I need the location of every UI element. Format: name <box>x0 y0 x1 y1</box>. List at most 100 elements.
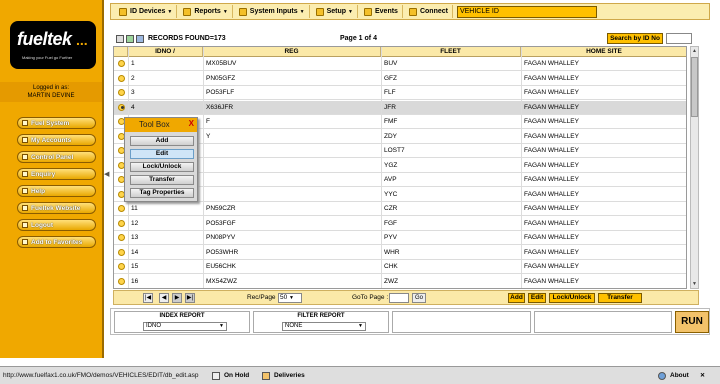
add-button[interactable]: Add <box>508 293 525 303</box>
row-select-radio[interactable] <box>118 277 125 285</box>
logged-in-label: Logged in as: <box>32 85 70 91</box>
row-select-radio[interactable] <box>118 60 125 67</box>
table-cell-site: FAGAN WHALLEY <box>524 60 579 67</box>
index-report-box: INDEX REPORT IDNO ▼ <box>114 311 250 333</box>
toolbox-edit-button[interactable]: Edit <box>130 149 194 159</box>
run-button[interactable]: RUN <box>675 311 709 333</box>
table-row[interactable]: Y ZDY FAGAN WHALLEY <box>114 130 686 144</box>
excel-icon[interactable] <box>126 35 134 43</box>
export-icon[interactable] <box>136 35 144 43</box>
vehicle-id-field[interactable]: VEHICLE ID <box>456 5 597 18</box>
index-report-select[interactable]: IDNO ▼ <box>143 322 227 331</box>
table-row[interactable]: LOST7 FAGAN WHALLEY <box>114 144 686 158</box>
table-cell-idno: 16 <box>131 277 139 285</box>
last-page-icon[interactable]: ▶| <box>185 293 195 303</box>
print-icon[interactable] <box>116 35 124 43</box>
lock-unlock-button[interactable]: Lock/Unlock <box>549 293 595 303</box>
on-hold-label[interactable]: On Hold <box>224 372 249 379</box>
toolbox-add-button[interactable]: Add <box>130 136 194 146</box>
scroll-thumb[interactable] <box>691 57 698 117</box>
table-cell-fleet: BUV <box>384 60 398 67</box>
table-cell-fleet: ZWZ <box>384 277 399 285</box>
scroll-down-icon[interactable]: ▼ <box>691 280 698 288</box>
first-page-icon[interactable]: |◀ <box>143 293 153 303</box>
row-select-radio[interactable] <box>118 234 125 241</box>
deliveries-icon[interactable] <box>262 372 270 380</box>
chevron-down-icon: ▼ <box>358 323 363 329</box>
table-cell-idno: 12 <box>131 219 139 227</box>
column-header-home-site[interactable]: HOME SITE <box>521 47 686 57</box>
row-select-radio[interactable] <box>118 263 125 270</box>
table-row[interactable]: 11 PN59CZR CZR FAGAN WHALLEY <box>114 202 686 216</box>
row-select-radio[interactable] <box>118 205 125 212</box>
previous-page-icon[interactable]: ◀ <box>159 293 169 303</box>
goto-page-label: GoTo Page : <box>352 294 389 301</box>
table-row[interactable]: 13 PN08PYV PYV FAGAN WHALLEY <box>114 231 686 245</box>
nav-fuel-system-button[interactable]: Fuel System <box>17 117 96 129</box>
table-row[interactable]: 2 PN05GFZ GFZ FAGAN WHALLEY <box>114 72 686 86</box>
close-icon[interactable]: ✕ <box>700 372 705 379</box>
on-hold-icon[interactable] <box>212 372 220 380</box>
select-value: NONE <box>285 323 303 329</box>
nav-my-accounts-button[interactable]: My Accounts <box>17 134 96 146</box>
column-header-idno[interactable]: IDNO / <box>128 47 203 57</box>
table-row[interactable]: 12 PO53FGF FGF FAGAN WHALLEY <box>114 217 686 231</box>
nav-fueltek-website-button[interactable]: Fueltek Website <box>17 202 96 214</box>
go-button[interactable]: Go <box>412 293 426 303</box>
table-row[interactable]: AVP FAGAN WHALLEY <box>114 173 686 187</box>
table-row[interactable]: F FMF FAGAN WHALLEY <box>114 115 686 129</box>
column-header-reg[interactable]: REG <box>203 47 381 57</box>
deliveries-label[interactable]: Deliveries <box>274 372 305 379</box>
table-cell-reg: MX54ZWZ <box>206 277 238 285</box>
edit-button[interactable]: Edit <box>528 293 546 303</box>
goto-page-input[interactable] <box>389 293 409 303</box>
nav-control-panel-button[interactable]: Control Panel <box>17 151 96 163</box>
nav-label: Fuel System <box>31 119 70 127</box>
pager-bar: |◀ ◀ ▶ ▶| Rec/Page 50 ▼ GoTo Page : Go A… <box>113 290 699 305</box>
nav-add-to-favorites-button[interactable]: Add to Favorites <box>17 236 96 248</box>
reports-icon <box>183 7 192 16</box>
menu-connect[interactable]: Connect <box>405 5 453 18</box>
rec-per-page-select[interactable]: 50 ▼ <box>278 293 302 303</box>
search-by-id-button[interactable]: Search by ID No <box>607 33 663 44</box>
menu-reports[interactable]: Reports ▼ <box>179 5 233 18</box>
row-select-radio[interactable] <box>118 89 125 96</box>
info-icon[interactable] <box>658 372 666 380</box>
table-row[interactable]: 1 MX05BUV BUV FAGAN WHALLEY <box>114 57 686 71</box>
toolbox-lock-unlock-button[interactable]: Lock/Unlock <box>130 162 194 172</box>
menu-events[interactable]: Events <box>360 5 403 18</box>
nav-help-button[interactable]: Help <box>17 185 96 197</box>
search-id-input[interactable] <box>666 33 692 44</box>
table-row[interactable]: 3 PO53FLF FLF FAGAN WHALLEY <box>114 86 686 100</box>
table-row[interactable]: 4 X636JFR JFR FAGAN WHALLEY <box>114 100 686 115</box>
menu-label: System Inputs <box>249 8 298 15</box>
toolbox-tag-properties-button[interactable]: Tag Properties <box>130 188 194 198</box>
vertical-scrollbar[interactable]: ▲ ▼ <box>690 46 699 289</box>
nav-logout-button[interactable]: Logout <box>17 219 96 231</box>
menu-system-inputs[interactable]: System Inputs ▼ <box>235 5 310 18</box>
toolbox-title[interactable]: Tool Box <box>125 118 197 132</box>
nav-label: My Accounts <box>31 136 72 144</box>
menu-id-devices[interactable]: ID Devices ▼ <box>115 5 178 18</box>
column-header-fleet[interactable]: FLEET <box>381 47 521 57</box>
table-row[interactable]: 16 MX54ZWZ ZWZ FAGAN WHALLEY <box>114 275 686 288</box>
next-page-icon[interactable]: ▶ <box>172 293 182 303</box>
table-cell-site: FAGAN WHALLEY <box>524 205 579 212</box>
row-select-radio[interactable] <box>118 74 125 82</box>
transfer-button[interactable]: Transfer <box>598 293 642 303</box>
toolbox-transfer-button[interactable]: Transfer <box>130 175 194 185</box>
table-row[interactable]: 15 EU56CHK CHK FAGAN WHALLEY <box>114 260 686 274</box>
table-row[interactable]: YYC FAGAN WHALLEY <box>114 188 686 202</box>
about-label[interactable]: About <box>670 372 689 379</box>
sidebar-collapse-icon[interactable]: ◀ <box>104 170 109 190</box>
row-select-radio[interactable] <box>118 219 125 227</box>
close-icon[interactable]: X <box>189 119 194 128</box>
nav-enquiry-button[interactable]: Enquiry <box>17 168 96 180</box>
filter-report-select[interactable]: NONE ▼ <box>282 322 366 331</box>
row-select-radio[interactable] <box>118 248 125 256</box>
scroll-up-icon[interactable]: ▲ <box>691 47 698 55</box>
menu-setup[interactable]: Setup ▼ <box>312 5 358 18</box>
table-row[interactable]: 14 PO53WHR WHR FAGAN WHALLEY <box>114 246 686 260</box>
table-row[interactable]: YGZ FAGAN WHALLEY <box>114 159 686 173</box>
row-select-radio[interactable] <box>118 103 125 111</box>
